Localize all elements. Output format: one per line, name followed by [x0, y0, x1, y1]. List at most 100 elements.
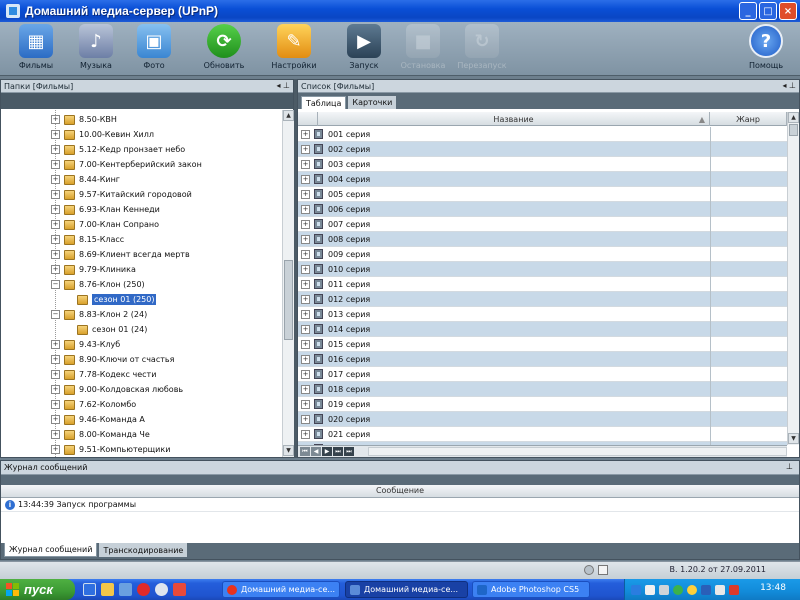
tree-item[interactable]: +9.46-Команда А [51, 412, 145, 427]
expand-icon[interactable]: + [51, 190, 60, 199]
nav-next-button[interactable]: ▶ [322, 447, 332, 456]
table-row[interactable]: +004 серия [298, 172, 787, 187]
nav-last-button[interactable]: ⏭ [333, 447, 343, 456]
row-expand-icon[interactable]: + [301, 174, 310, 184]
expand-icon[interactable]: + [51, 145, 60, 154]
nav-first-button[interactable]: ⏮ [300, 447, 310, 456]
tray-security-icon[interactable] [729, 584, 739, 595]
table-row[interactable]: +007 серия [298, 217, 787, 232]
close-button[interactable]: × [779, 2, 797, 20]
grid-vertical-scrollbar[interactable]: ▲ ▼ [787, 112, 799, 445]
tree-item[interactable]: +9.79-Клиника [51, 262, 136, 277]
genre-column-header[interactable]: Жанр [710, 112, 787, 126]
task-media-server-1[interactable]: Домашний медиа-се... [222, 581, 340, 598]
tree-item[interactable]: +7.00-Кентерберийский закон [51, 157, 202, 172]
music-button[interactable]: ♪ Музыка [68, 24, 124, 74]
collapse-icon[interactable]: − [51, 310, 60, 319]
grid-scroll-thumb[interactable] [789, 124, 798, 136]
expand-icon[interactable]: + [51, 415, 60, 424]
row-expand-icon[interactable]: + [301, 144, 310, 154]
tree-item[interactable]: +8.90-Ключи от счастья [51, 352, 174, 367]
row-expand-icon[interactable]: + [301, 414, 310, 424]
expand-icon[interactable]: + [51, 355, 60, 364]
expand-icon[interactable]: + [51, 430, 60, 439]
row-expand-icon[interactable]: + [301, 159, 310, 169]
row-expand-icon[interactable]: + [301, 429, 310, 439]
minimize-button[interactable]: _ [739, 2, 757, 20]
tray-status-icon[interactable] [673, 584, 683, 595]
row-expand-icon[interactable]: + [301, 324, 310, 334]
tree-item[interactable]: +6.93-Клан Кеннеди [51, 202, 160, 217]
row-expand-icon[interactable]: + [301, 384, 310, 394]
table-row[interactable]: +013 серия [298, 307, 787, 322]
table-row[interactable]: +003 серия [298, 157, 787, 172]
expand-icon[interactable]: + [51, 445, 60, 454]
tree-item[interactable]: +9.00-Колдовская любовь [51, 382, 183, 397]
row-expand-icon[interactable]: + [301, 219, 310, 229]
tree-item[interactable]: +9.57-Китайский городовой [51, 187, 192, 202]
grid-horizontal-scrollbar[interactable] [368, 447, 787, 456]
start-server-button[interactable]: ▶ Запуск [336, 24, 392, 74]
table-row[interactable]: +019 серия [298, 397, 787, 412]
table-row[interactable]: +006 серия [298, 202, 787, 217]
grid-scroll-up-button[interactable]: ▲ [788, 112, 799, 123]
tab-transcoding[interactable]: Транскодирование [99, 543, 188, 557]
tree-item[interactable]: − 8.76-Клон (250) [51, 277, 145, 292]
tree-item[interactable]: +10.00-Кевин Хилл [51, 127, 154, 142]
row-expand-icon[interactable]: + [301, 279, 310, 289]
row-expand-icon[interactable]: + [301, 294, 310, 304]
expand-icon[interactable]: + [51, 130, 60, 139]
expand-icon[interactable]: + [51, 115, 60, 124]
expand-icon[interactable]: + [51, 265, 60, 274]
photo-button[interactable]: ▣ Фото [126, 24, 182, 74]
table-row[interactable]: +009 серия [298, 247, 787, 262]
expand-icon[interactable]: + [51, 220, 60, 229]
tray-speaker-icon[interactable] [715, 584, 725, 595]
table-row[interactable]: +002 серия [298, 142, 787, 157]
table-row[interactable]: +018 серия [298, 382, 787, 397]
help-button[interactable]: ? Помощь [738, 24, 794, 74]
tray-language-icon[interactable] [701, 584, 711, 595]
table-row[interactable]: +014 серия [298, 322, 787, 337]
tree-item[interactable]: +8.00-Команда Че [51, 427, 150, 442]
tree-item[interactable]: +8.69-Клиент всегда мертв [51, 247, 190, 262]
tree-item[interactable]: +8.50-КВН [51, 112, 117, 127]
expand-icon[interactable]: + [51, 205, 60, 214]
task-media-server-2[interactable]: Домашний медиа-се... [345, 581, 468, 598]
tree-vertical-scrollbar[interactable]: ▲ ▼ [282, 110, 294, 457]
tray-network-icon[interactable] [631, 584, 641, 595]
scroll-up-button[interactable]: ▲ [283, 110, 294, 121]
stop-server-button[interactable]: ■ Остановка [395, 24, 451, 74]
tab-table[interactable]: Таблица [301, 96, 347, 109]
row-expand-icon[interactable]: + [301, 234, 310, 244]
tray-alert-icon[interactable] [687, 584, 697, 595]
films-button[interactable]: ▦ Фильмы [8, 24, 64, 74]
tree-item[interactable]: +9.43-Клуб [51, 337, 120, 352]
tree-item[interactable]: +7.62-Коломбо [51, 397, 136, 412]
log-pin-icon[interactable]: ⊥ [786, 462, 793, 471]
row-expand-icon[interactable]: + [301, 204, 310, 214]
expand-icon[interactable]: + [51, 400, 60, 409]
scroll-down-button[interactable]: ▼ [283, 445, 294, 456]
task-photoshop[interactable]: Adobe Photoshop CS5 [472, 581, 590, 598]
nav-prev-button[interactable]: ◀ [311, 447, 321, 456]
tree-item[interactable]: сезон 01 (24) [77, 322, 147, 337]
collapse-icon[interactable]: − [51, 280, 60, 289]
opera-icon[interactable] [137, 583, 150, 596]
tree-item[interactable]: +9.51-Компьютерщики [51, 442, 170, 457]
row-expand-icon[interactable]: + [301, 264, 310, 274]
tree-item[interactable]: − 8.83-Клон 2 (24) [51, 307, 147, 322]
tab-message-log[interactable]: Журнал сообщений [4, 543, 98, 557]
expand-icon[interactable]: + [51, 235, 60, 244]
row-expand-icon[interactable]: + [301, 249, 310, 259]
table-row[interactable]: +005 серия [298, 187, 787, 202]
refresh-button[interactable]: ⟳ Обновить [196, 24, 252, 74]
tree-item[interactable]: +7.00-Клан Сопрано [51, 217, 159, 232]
explorer-icon[interactable] [101, 583, 114, 596]
name-column-header[interactable]: Название ▲ [318, 112, 710, 126]
settings-button[interactable]: ✎ Настройки [266, 24, 322, 74]
table-row[interactable]: +008 серия [298, 232, 787, 247]
start-button[interactable]: пуск [0, 579, 75, 600]
table-row[interactable]: +012 серия [298, 292, 787, 307]
tab-cards[interactable]: Карточки [348, 96, 397, 109]
